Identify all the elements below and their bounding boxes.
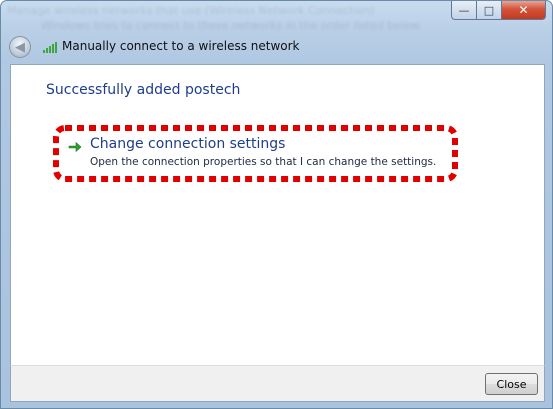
content-panel: Successfully added postech Change connec… [10,64,545,366]
wizard-window: Manage wireless networks that use (Wirel… [0,0,553,409]
back-button[interactable]: ◀ [9,36,31,58]
background-window-text-1: Manage wireless networks that use (Wirel… [7,4,375,17]
green-arrow-icon [68,141,82,153]
window-title: Manually connect to a wireless network [62,39,300,53]
window-close-button[interactable]: ✕ [502,1,546,20]
change-connection-settings-link[interactable]: Change connection settings Open the conn… [62,130,449,176]
command-link-description: Open the connection properties so that I… [90,156,437,168]
success-heading: Successfully added postech [46,82,241,98]
close-button[interactable]: Close [485,373,538,395]
maximize-button[interactable]: □ [477,1,502,20]
minimize-button[interactable]: — [451,1,477,20]
window-controls: — □ ✕ [451,1,546,20]
command-link-title: Change connection settings [90,136,286,152]
footer-bar: Close [10,365,545,402]
back-arrow-icon: ◀ [15,39,25,55]
wireless-signal-icon [43,42,57,53]
background-window-text-2: Windows tries to connect to these networ… [41,19,423,32]
